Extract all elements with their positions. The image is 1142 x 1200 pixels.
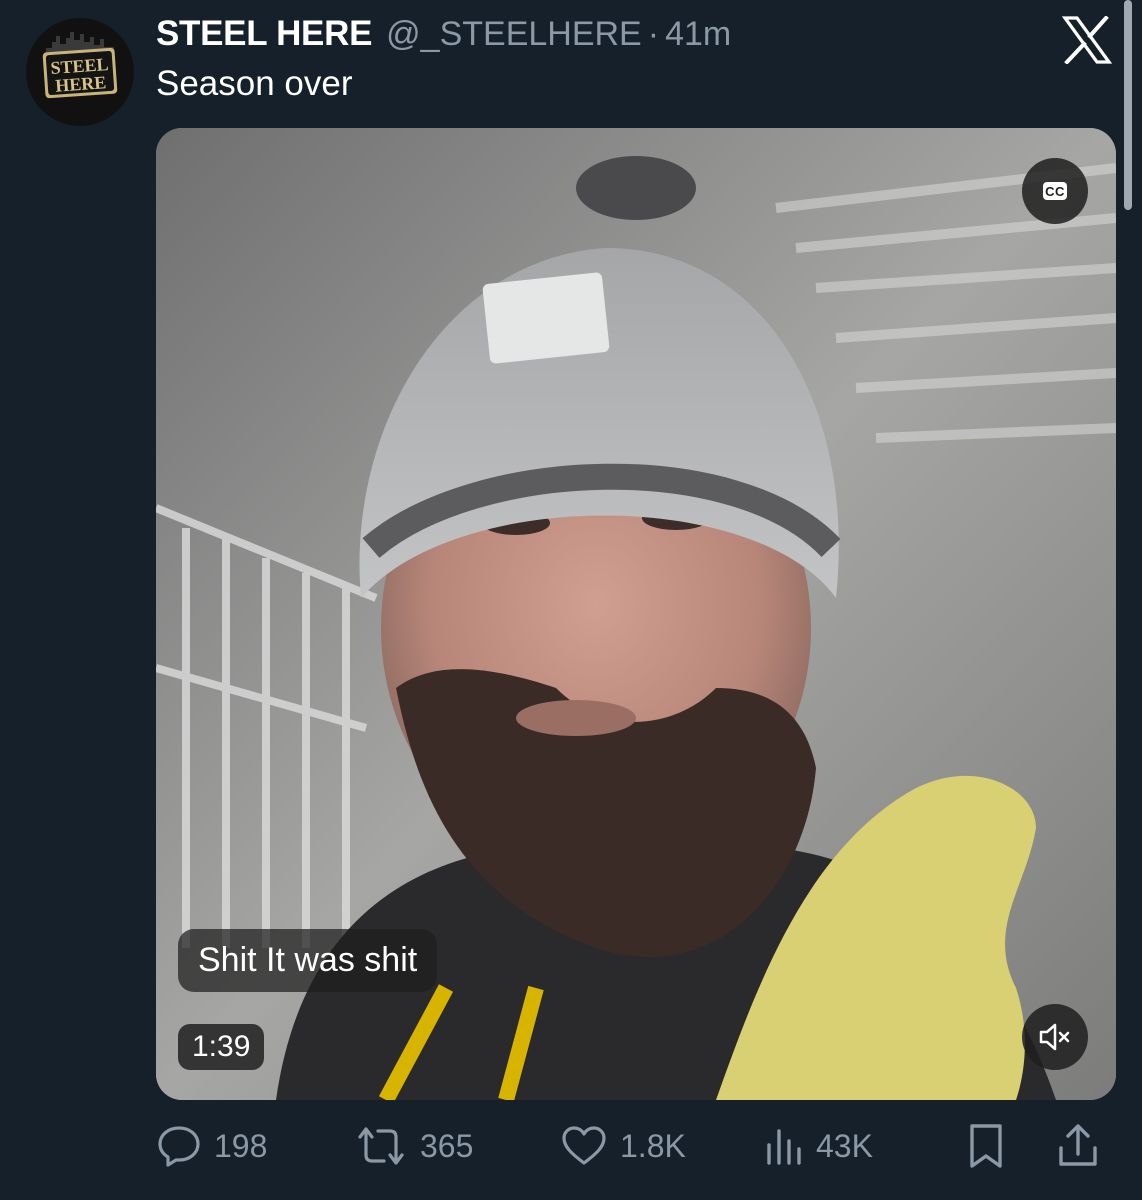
mute-button[interactable]	[1022, 1004, 1088, 1070]
tweet-header: STEEL HERE @_STEELHERE · 41m	[156, 14, 731, 54]
steel-here-logo: STEEL HERE	[26, 18, 134, 126]
share-button[interactable]	[1056, 1118, 1100, 1174]
bookmark-icon	[970, 1124, 1002, 1168]
tweet-text: Season over	[156, 64, 353, 103]
avatar[interactable]: STEEL HERE	[26, 18, 134, 126]
reply-button[interactable]: 198	[156, 1118, 267, 1174]
tweet-card: STEEL HERE STEEL HERE @_STEELHERE · 41m …	[0, 0, 1142, 1200]
view-count: 43K	[816, 1127, 873, 1164]
post-time[interactable]: 41m	[665, 15, 731, 54]
video-duration: 1:39	[178, 1024, 265, 1070]
closed-captions-button[interactable]: CC	[1022, 158, 1088, 224]
retweet-icon	[358, 1127, 404, 1165]
author-handle[interactable]: @_STEELHERE	[386, 15, 642, 54]
heart-icon	[562, 1126, 606, 1165]
cc-icon: CC	[1043, 182, 1067, 200]
like-count: 1.8K	[620, 1127, 686, 1164]
retweet-count: 365	[420, 1127, 474, 1164]
reply-count: 198	[214, 1127, 268, 1164]
video-caption: Shit It was shit	[178, 929, 438, 992]
views-icon	[767, 1129, 801, 1165]
views-button[interactable]: 43K	[764, 1118, 873, 1174]
retweet-button[interactable]: 365	[354, 1118, 473, 1174]
scrollbar[interactable]	[1124, 0, 1132, 210]
like-button[interactable]: 1.8K	[560, 1118, 686, 1174]
reply-icon	[158, 1126, 200, 1167]
author-display-name[interactable]: STEEL HERE	[156, 14, 372, 54]
x-logo-icon	[1062, 16, 1112, 64]
tweet-actions: 198 365 1.8K 43K	[156, 1118, 1116, 1174]
avatar-logo-text-bottom: HERE	[55, 72, 107, 96]
video-player[interactable]: CC Shit It was shit 1:39	[156, 128, 1116, 1100]
speaker-muted-icon	[1039, 1023, 1070, 1051]
share-icon	[1059, 1124, 1097, 1166]
bookmark-button[interactable]	[966, 1118, 1006, 1174]
header-separator: ·	[647, 15, 660, 53]
